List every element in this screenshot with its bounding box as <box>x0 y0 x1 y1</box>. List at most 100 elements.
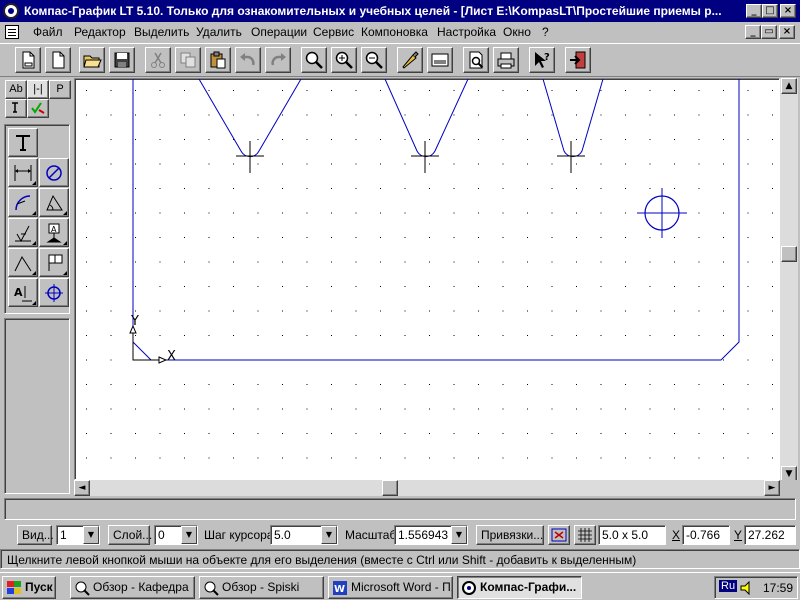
task-kompas[interactable]: Компас-Графи... <box>457 576 582 599</box>
language-indicator[interactable]: Ru <box>719 580 738 592</box>
doc-close-button[interactable]: × <box>779 25 795 39</box>
menu-service[interactable]: Сервис <box>313 25 354 39</box>
close-button[interactable]: × <box>780 4 796 18</box>
task-explorer-kafedra[interactable]: Обзор - Кафедра <box>70 576 195 599</box>
open-button[interactable] <box>79 47 105 73</box>
minimize-button[interactable]: _ <box>746 4 762 18</box>
pan-button[interactable] <box>397 47 423 73</box>
designation-tool[interactable]: A <box>8 278 38 307</box>
preview-button[interactable] <box>463 47 489 73</box>
menu-settings[interactable]: Настройка <box>437 25 496 39</box>
new-sheet-button[interactable] <box>15 47 41 73</box>
tab-extra-1[interactable] <box>5 99 27 118</box>
show-all-icon <box>431 53 449 67</box>
base-tool[interactable]: A <box>39 218 69 247</box>
redo-icon <box>271 53 286 66</box>
speaker-icon[interactable] <box>739 580 755 596</box>
axis-y-label: Y <box>130 314 139 329</box>
menu-select[interactable]: Выделить <box>134 25 189 39</box>
menu-help[interactable]: ? <box>542 25 549 39</box>
menu-operations[interactable]: Операции <box>251 25 307 39</box>
menu-window[interactable]: Окно <box>503 25 531 39</box>
zoom-in-button[interactable] <box>331 47 357 73</box>
show-all-button[interactable] <box>427 47 453 73</box>
roughness-tool[interactable] <box>8 218 38 247</box>
doc-minimize-button[interactable]: _ <box>745 25 761 39</box>
redo-button[interactable] <box>265 47 291 73</box>
scroll-up-button[interactable]: ▲ <box>781 78 797 94</box>
menu-delete[interactable]: Удалить <box>196 25 242 39</box>
chevron-down-icon[interactable]: ▼ <box>181 526 197 544</box>
layer-button[interactable]: Слой... <box>108 525 152 545</box>
drawing-canvas[interactable]: Y X <box>74 78 780 480</box>
print-button[interactable] <box>493 47 519 73</box>
chevron-down-icon[interactable]: ▼ <box>321 526 337 544</box>
tab-dimensions[interactable]: |-| <box>27 80 49 99</box>
scroll-left-button[interactable]: ◄ <box>74 480 90 496</box>
explorer-icon <box>75 581 90 596</box>
menu-file[interactable]: Файл <box>33 25 63 39</box>
center-mark-tool[interactable] <box>39 278 69 307</box>
chevron-down-icon[interactable]: ▼ <box>83 526 99 544</box>
y-coordinate-field[interactable]: 27.262 <box>744 525 796 545</box>
menu-bar: Файл Редактор Выделить Удалить Операции … <box>0 22 800 42</box>
scale-value: 1.556943 <box>398 528 449 542</box>
horizontal-scroll-thumb[interactable] <box>382 480 398 496</box>
leader-tool[interactable] <box>8 248 38 277</box>
start-button[interactable]: Пуск <box>2 576 56 599</box>
x-coordinate-field[interactable]: -0.766 <box>682 525 730 545</box>
scale-select[interactable]: 1.556943 ▼ <box>394 525 468 545</box>
view-button[interactable]: Вид... <box>17 525 54 545</box>
diameter-dimension-tool[interactable] <box>39 158 69 187</box>
task-explorer-spiski[interactable]: Обзор - Spiski <box>199 576 324 599</box>
context-help-button[interactable]: ? <box>529 47 555 73</box>
copy-button[interactable] <box>175 47 201 73</box>
menu-editor[interactable]: Редактор <box>74 25 126 39</box>
undo-button[interactable] <box>235 47 261 73</box>
tolerance-tool[interactable] <box>39 248 69 277</box>
doc-restore-button[interactable]: ▭ <box>761 25 777 39</box>
document-system-icon[interactable] <box>5 25 19 39</box>
snap-mode-button[interactable] <box>548 525 570 545</box>
copy-icon <box>180 52 196 68</box>
layer-select[interactable]: 0 ▼ <box>154 525 198 545</box>
horizontal-scrollbar[interactable]: ◄ ► <box>74 480 780 496</box>
scroll-right-button[interactable]: ► <box>764 480 780 496</box>
grid-toggle-button[interactable] <box>574 525 596 545</box>
tab-extra-2[interactable] <box>27 99 49 118</box>
svg-text:W: W <box>334 584 345 595</box>
task-label: Обзор - Кафедра <box>93 580 189 594</box>
vertical-scrollbar[interactable]: ▲ ▼ <box>780 78 798 496</box>
paste-button[interactable] <box>205 47 231 73</box>
exit-button[interactable] <box>565 47 591 73</box>
radius-dimension-tool[interactable] <box>8 188 38 217</box>
tab-parameters[interactable]: P <box>49 80 71 99</box>
main-toolbar: ? <box>0 43 800 77</box>
new-document-button[interactable] <box>45 47 71 73</box>
zoom-out-button[interactable] <box>361 47 387 73</box>
windows-logo-icon <box>6 580 22 595</box>
snap-icon <box>551 528 567 542</box>
open-folder-icon <box>83 55 102 68</box>
kompas-app-icon[interactable] <box>3 3 19 19</box>
tab-text[interactable]: Ab <box>5 80 27 99</box>
view-select-value: 1 <box>60 528 67 542</box>
zoom-window-button[interactable] <box>301 47 327 73</box>
angle-dimension-tool[interactable] <box>39 188 69 217</box>
drawing-area[interactable]: Y X <box>75 79 780 480</box>
cursor-step-select[interactable]: 5.0 ▼ <box>270 525 338 545</box>
view-select[interactable]: 1 ▼ <box>56 525 100 545</box>
cursor-step-label: Шаг курсора <box>204 528 274 542</box>
menu-layout[interactable]: Компоновка <box>361 25 428 39</box>
vertical-scroll-thumb[interactable] <box>781 246 797 262</box>
text-tool[interactable] <box>8 128 38 157</box>
linear-dimension-icon <box>14 165 32 181</box>
grid-icon <box>578 528 592 542</box>
linear-dimension-tool[interactable] <box>8 158 38 187</box>
maximize-button[interactable]: □ <box>762 4 778 18</box>
task-word[interactable]: W Microsoft Word - П... <box>328 576 453 599</box>
chevron-down-icon[interactable]: ▼ <box>451 526 467 544</box>
save-button[interactable] <box>109 47 135 73</box>
snaps-button[interactable]: Привязки... <box>476 525 544 545</box>
cut-button[interactable] <box>145 47 171 73</box>
